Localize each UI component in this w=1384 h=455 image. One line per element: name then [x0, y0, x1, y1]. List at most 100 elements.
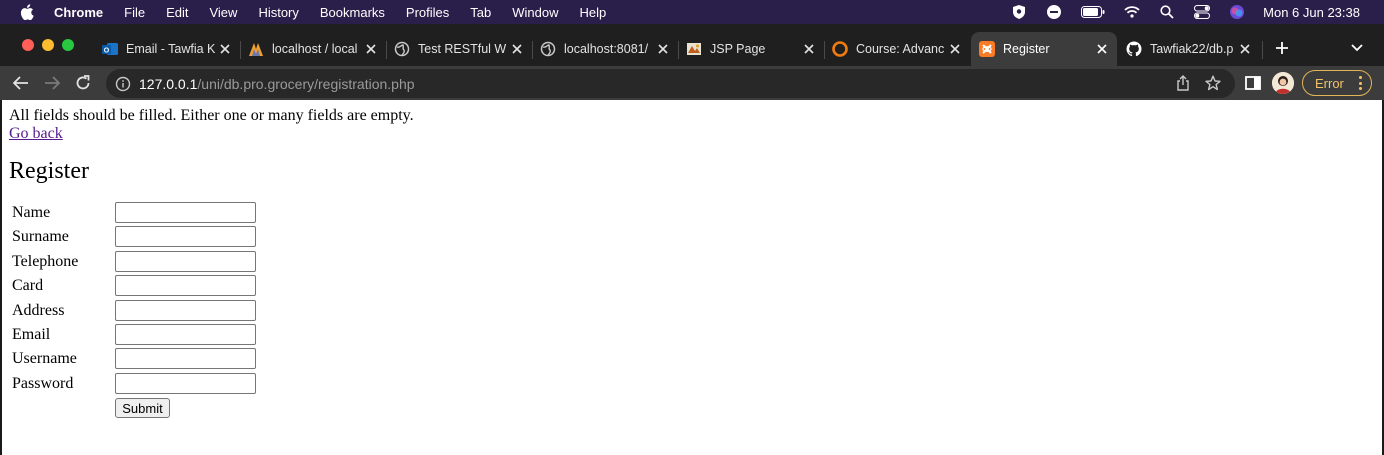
forward-arrow-icon[interactable] — [41, 72, 63, 94]
address-label: Address — [12, 302, 65, 319]
menu-window[interactable]: Window — [512, 5, 558, 20]
close-icon[interactable] — [800, 40, 818, 58]
browser-chrome: O Email - Tawfia K localhost / local Tes… — [0, 24, 1384, 100]
form-row-address: Address — [12, 300, 272, 322]
tab-title: Tawfiak22/db.p — [1150, 42, 1234, 56]
new-tab-plus-icon[interactable] — [1273, 39, 1291, 57]
close-icon[interactable] — [362, 40, 380, 58]
form-row-telephone: Telephone — [12, 251, 272, 273]
error-label: Error — [1315, 75, 1344, 91]
globe-icon — [540, 41, 556, 57]
page-title: Register — [9, 158, 89, 184]
tab-title: Test RESTful W — [418, 42, 507, 56]
tab-jsp-page[interactable]: JSP Page — [678, 32, 824, 66]
tab-phpmyadmin[interactable]: localhost / local — [240, 32, 386, 66]
svg-text:O: O — [104, 48, 110, 55]
telephone-field[interactable] — [115, 251, 256, 272]
tab-title: Course: Advanc — [856, 42, 945, 56]
close-icon[interactable] — [1093, 40, 1111, 58]
share-icon[interactable] — [1175, 75, 1191, 91]
password-field[interactable] — [115, 373, 256, 394]
focus-icon[interactable] — [1046, 4, 1062, 20]
form-row-password: Password — [12, 373, 272, 395]
page-content: All fields should be filled. Either one … — [0, 100, 1384, 455]
globe-icon — [394, 41, 410, 57]
vpn-shield-icon[interactable] — [1011, 4, 1027, 20]
tab-test-restful[interactable]: Test RESTful W — [386, 32, 532, 66]
tab-email[interactable]: O Email - Tawfia K — [94, 32, 240, 66]
telephone-label: Telephone — [12, 253, 79, 270]
profile-avatar[interactable] — [1272, 72, 1294, 94]
form-row-name: Name — [12, 202, 272, 224]
browser-toolbar: 127.0.0.1/uni/db.pro.grocery/registratio… — [0, 66, 1384, 100]
submit-button[interactable]: Submit — [115, 398, 170, 418]
close-icon[interactable] — [1236, 40, 1254, 58]
window-zoom-button[interactable] — [62, 39, 74, 51]
name-label: Name — [12, 204, 51, 221]
close-icon[interactable] — [654, 40, 672, 58]
side-panel-icon[interactable] — [1244, 74, 1262, 92]
reload-icon[interactable] — [72, 72, 94, 94]
card-label: Card — [12, 277, 44, 294]
tab-localhost-8081[interactable]: localhost:8081/ — [532, 32, 678, 66]
menu-profiles[interactable]: Profiles — [406, 5, 449, 20]
tab-course[interactable]: Course: Advanc — [824, 32, 970, 66]
address-field[interactable] — [115, 300, 256, 321]
form-row-email: Email — [12, 324, 272, 346]
tab-title: JSP Page — [710, 42, 766, 56]
username-label: Username — [12, 350, 77, 367]
siri-icon[interactable] — [1229, 4, 1245, 20]
password-label: Password — [12, 375, 74, 392]
url-path: /uni/db.pro.grocery/registration.php — [197, 75, 415, 92]
jsp-icon — [686, 41, 702, 57]
window-minimize-button[interactable] — [42, 39, 54, 51]
surname-label: Surname — [12, 228, 69, 245]
close-icon[interactable] — [508, 40, 526, 58]
macos-menu-bar: Chrome File Edit View History Bookmarks … — [0, 0, 1384, 24]
menu-history[interactable]: History — [258, 5, 298, 20]
bookmark-star-icon[interactable] — [1205, 75, 1221, 91]
menu-help[interactable]: Help — [580, 5, 607, 20]
address-bar[interactable]: 127.0.0.1/uni/db.pro.grocery/registratio… — [106, 69, 1235, 98]
battery-icon[interactable] — [1081, 4, 1105, 20]
tab-title: Email - Tawfia K — [126, 42, 216, 56]
form-row-card: Card — [12, 275, 272, 297]
xampp-icon — [979, 41, 995, 57]
control-center-icon[interactable] — [1194, 4, 1211, 20]
menubar-clock[interactable]: Mon 6 Jun 23:38 — [1263, 5, 1360, 20]
menu-edit[interactable]: Edit — [166, 5, 188, 20]
tab-register[interactable]: Register — [971, 32, 1117, 66]
url-host: 127.0.0.1 — [139, 75, 198, 92]
back-arrow-icon[interactable] — [10, 72, 32, 94]
apple-logo-icon[interactable] — [20, 4, 34, 20]
menu-tab[interactable]: Tab — [470, 5, 491, 20]
menu-view[interactable]: View — [209, 5, 237, 20]
close-icon[interactable] — [946, 40, 964, 58]
profile-error-button[interactable]: Error — [1302, 70, 1372, 96]
surname-field[interactable] — [115, 226, 256, 247]
email-label: Email — [12, 326, 51, 343]
url-text[interactable]: 127.0.0.1/uni/db.pro.grocery/registratio… — [139, 76, 415, 92]
card-field[interactable] — [115, 275, 256, 296]
site-info-icon[interactable] — [115, 76, 131, 92]
wifi-icon[interactable] — [1124, 4, 1140, 20]
tab-github[interactable]: Tawfiak22/db.p — [1118, 32, 1260, 66]
username-field[interactable] — [115, 348, 256, 369]
more-vertical-icon[interactable] — [1358, 76, 1362, 90]
name-field[interactable] — [115, 202, 256, 223]
form-row-username: Username — [12, 348, 272, 370]
tab-strip: O Email - Tawfia K localhost / local Tes… — [0, 24, 1384, 68]
outlook-icon: O — [102, 41, 118, 57]
menu-file[interactable]: File — [124, 5, 145, 20]
spotlight-search-icon[interactable] — [1159, 4, 1175, 20]
window-close-button[interactable] — [22, 39, 34, 51]
close-icon[interactable] — [216, 40, 234, 58]
go-back-link[interactable]: Go back — [9, 125, 63, 143]
tab-search-chevron-down-icon[interactable] — [1348, 39, 1366, 57]
menu-bookmarks[interactable]: Bookmarks — [320, 5, 385, 20]
email-field[interactable] — [115, 324, 256, 345]
menu-app-name[interactable]: Chrome — [54, 5, 103, 20]
phpmyadmin-icon — [248, 41, 264, 57]
tab-title: localhost / local — [272, 42, 358, 56]
menubar-status-area: Mon 6 Jun 23:38 — [992, 0, 1360, 24]
